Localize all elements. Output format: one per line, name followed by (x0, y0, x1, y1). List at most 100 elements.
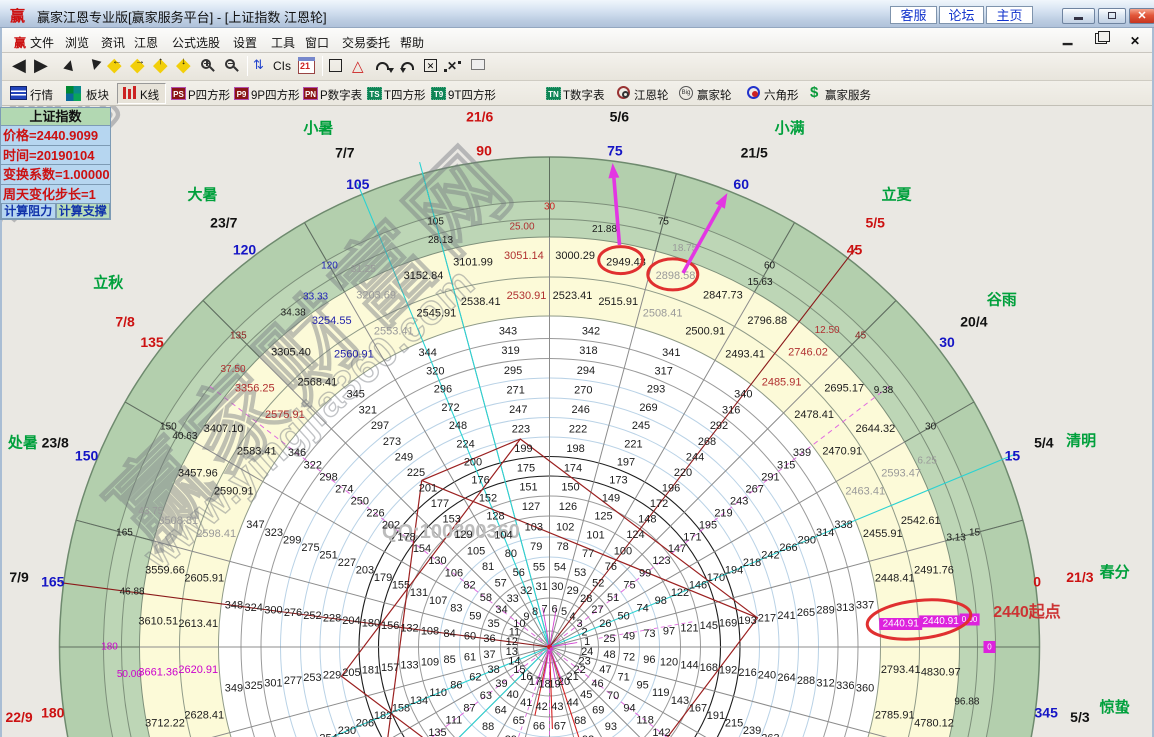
svg-text:270: 270 (574, 385, 592, 397)
svg-text:37.50: 37.50 (220, 364, 245, 375)
svg-text:129: 129 (454, 529, 472, 541)
svg-text:135: 135 (428, 727, 446, 737)
svg-text:102: 102 (556, 522, 574, 534)
svg-text:132: 132 (400, 623, 418, 635)
svg-text:126: 126 (559, 501, 577, 513)
svg-text:80: 80 (505, 548, 517, 560)
svg-text:171: 171 (683, 531, 701, 543)
svg-text:90: 90 (476, 142, 492, 158)
svg-text:23/8: 23/8 (42, 434, 69, 450)
svg-text:45: 45 (580, 689, 592, 701)
svg-text:242: 242 (761, 550, 779, 562)
svg-text:224: 224 (456, 438, 474, 450)
svg-text:78: 78 (557, 541, 569, 553)
svg-text:30: 30 (544, 202, 556, 213)
svg-text:75: 75 (607, 142, 623, 158)
svg-text:320: 320 (426, 365, 444, 377)
svg-text:105: 105 (467, 545, 485, 557)
svg-text:225: 225 (407, 467, 425, 479)
svg-text:274: 274 (335, 484, 353, 496)
svg-text:179: 179 (374, 572, 392, 584)
svg-text:153: 153 (443, 514, 461, 526)
svg-text:47: 47 (599, 664, 611, 676)
svg-text:73: 73 (643, 628, 655, 640)
svg-text:250: 250 (351, 495, 369, 507)
svg-text:60: 60 (764, 260, 776, 271)
svg-text:156: 156 (381, 620, 399, 632)
svg-text:95: 95 (636, 680, 648, 692)
svg-text:2898.58: 2898.58 (656, 270, 696, 282)
svg-text:21/5: 21/5 (741, 145, 768, 161)
svg-text:26: 26 (599, 618, 611, 630)
svg-text:143: 143 (671, 695, 689, 707)
svg-text:43: 43 (551, 701, 563, 713)
svg-text:67: 67 (554, 721, 566, 733)
svg-text:5/6: 5/6 (610, 109, 630, 125)
svg-text:37: 37 (483, 649, 495, 661)
svg-text:252: 252 (303, 610, 321, 622)
svg-text:142: 142 (652, 727, 670, 737)
svg-text:清明: 清明 (1066, 431, 1096, 449)
svg-text:338: 338 (834, 519, 852, 531)
svg-text:344: 344 (419, 347, 437, 359)
svg-text:3407.10: 3407.10 (204, 423, 244, 435)
svg-text:2463.41: 2463.41 (845, 485, 885, 497)
svg-text:2605.91: 2605.91 (184, 572, 224, 584)
svg-text:2470.91: 2470.91 (822, 445, 862, 457)
svg-text:处暑: 处暑 (7, 433, 38, 451)
svg-text:271: 271 (507, 385, 525, 397)
svg-text:150: 150 (75, 447, 99, 463)
svg-text:70: 70 (607, 690, 619, 702)
svg-text:38: 38 (487, 664, 499, 676)
svg-text:3000.29: 3000.29 (555, 250, 595, 262)
svg-text:203: 203 (356, 565, 374, 577)
svg-text:181: 181 (362, 665, 380, 677)
svg-text:267: 267 (746, 484, 764, 496)
svg-text:15.63: 15.63 (747, 277, 772, 288)
svg-text:3661.36: 3661.36 (138, 667, 178, 679)
svg-text:296: 296 (434, 384, 452, 396)
svg-text:312: 312 (816, 677, 834, 689)
svg-text:49: 49 (623, 631, 635, 643)
svg-text:45: 45 (855, 330, 867, 341)
svg-text:3101.99: 3101.99 (453, 257, 493, 269)
svg-text:59: 59 (469, 610, 481, 622)
svg-text:83: 83 (450, 602, 462, 614)
svg-text:201: 201 (419, 483, 437, 495)
svg-text:106: 106 (445, 568, 463, 580)
svg-text:2613.41: 2613.41 (178, 618, 218, 630)
svg-text:197: 197 (617, 456, 635, 468)
svg-text:77: 77 (582, 548, 594, 560)
svg-text:195: 195 (699, 519, 717, 531)
svg-text:3051.14: 3051.14 (504, 250, 544, 262)
svg-text:6: 6 (551, 603, 557, 615)
svg-text:249: 249 (395, 451, 413, 463)
svg-text:39: 39 (495, 678, 507, 690)
svg-text:339: 339 (793, 447, 811, 459)
svg-text:99: 99 (639, 568, 651, 580)
svg-text:3457.96: 3457.96 (178, 468, 218, 480)
svg-text:2478.41: 2478.41 (794, 409, 834, 421)
svg-text:253: 253 (303, 672, 321, 684)
svg-text:103: 103 (525, 522, 543, 534)
svg-text:294: 294 (577, 365, 595, 377)
svg-text:31.25: 31.25 (351, 264, 376, 275)
svg-text:3152.84: 3152.84 (404, 270, 444, 282)
svg-text:158: 158 (392, 703, 410, 715)
svg-text:46.88: 46.88 (120, 587, 145, 598)
svg-text:155: 155 (392, 580, 410, 592)
svg-text:222: 222 (569, 424, 587, 436)
svg-text:75: 75 (623, 580, 635, 592)
svg-text:199: 199 (514, 443, 532, 455)
svg-text:2785.91: 2785.91 (875, 710, 915, 722)
svg-text:21/6: 21/6 (466, 109, 493, 125)
svg-text:15: 15 (1005, 447, 1021, 463)
svg-text:321: 321 (359, 404, 377, 416)
svg-text:28.13: 28.13 (428, 235, 453, 246)
svg-text:34: 34 (495, 604, 507, 616)
svg-text:2440.91: 2440.91 (883, 619, 920, 630)
svg-text:101: 101 (586, 530, 604, 542)
svg-text:289: 289 (816, 605, 834, 617)
svg-text:120: 120 (233, 242, 257, 258)
svg-text:88: 88 (482, 721, 494, 733)
